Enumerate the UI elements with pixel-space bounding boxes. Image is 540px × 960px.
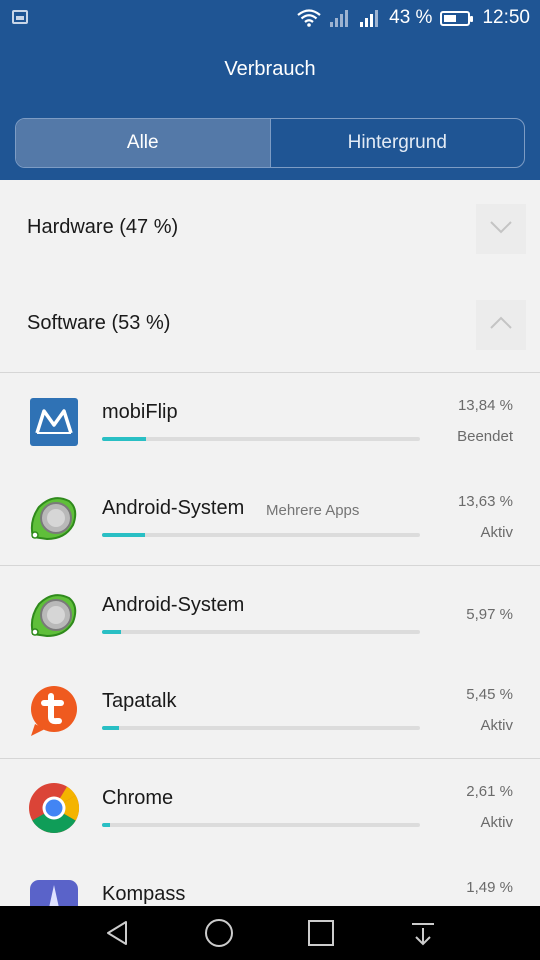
usage-bar-fill — [102, 533, 146, 537]
home-icon[interactable] — [204, 918, 234, 948]
wifi-icon — [297, 9, 321, 27]
usage-bar-fill — [102, 726, 120, 730]
status-bar: 43 % 12:50 — [0, 0, 540, 36]
chevron-up-icon[interactable] — [476, 300, 526, 350]
app-row-mobiflip[interactable]: mobiFlip 13,84 % Beendet — [0, 373, 540, 469]
usage-percent: 2,61 % — [466, 783, 513, 800]
app-row-chrome[interactable]: Chrome 2,61 % Aktiv — [0, 759, 540, 855]
android-system-icon — [27, 491, 81, 545]
recents-icon[interactable] — [306, 918, 336, 948]
app-name: Chrome — [102, 787, 174, 809]
tapatalk-icon — [27, 684, 81, 738]
signal-icon — [359, 9, 381, 27]
app-name: Android-System — [102, 594, 245, 616]
header: 43 % 12:50 Verbrauch Alle Hintergrund — [0, 0, 540, 180]
app-name: Kompass — [102, 883, 186, 905]
usage-percent: 1,49 % — [466, 879, 513, 896]
app-row-kompass[interactable]: Kompass 1,49 % — [0, 855, 540, 906]
app-state: Aktiv — [480, 717, 513, 734]
battery-icon — [440, 10, 474, 26]
usage-percent: 5,45 % — [466, 686, 513, 703]
chrome-icon — [27, 781, 81, 835]
usage-percent: 5,97 % — [466, 606, 513, 623]
chevron-down-icon[interactable] — [476, 204, 526, 254]
app-name: Android-System — [102, 497, 245, 519]
app-row-android-system[interactable]: Android-System Mehrere Apps 13,63 % Akti… — [0, 469, 540, 565]
battery-percent: 43 % — [389, 7, 433, 28]
app-row-tapatalk[interactable]: Tapatalk 5,45 % Aktiv — [0, 662, 540, 758]
usage-percent: 13,63 % — [457, 493, 513, 510]
app-subtitle: Mehrere Apps — [266, 502, 360, 519]
android-system-icon — [27, 588, 81, 642]
clock: 12:50 — [482, 7, 530, 28]
notification-icon — [12, 10, 28, 24]
navigation-bar — [0, 906, 540, 960]
tab-bar: Alle Hintergrund — [15, 118, 525, 168]
tab-alle[interactable]: Alle — [16, 119, 270, 167]
hardware-section-label: Hardware (47 %) — [27, 216, 179, 238]
usage-percent: 13,84 % — [457, 397, 513, 414]
usage-bar — [102, 437, 420, 441]
app-row-android-system-2[interactable]: Android-System 5,97 % — [0, 566, 540, 662]
usage-bar — [102, 533, 420, 537]
app-name: mobiFlip — [102, 401, 178, 423]
tab-hintergrund[interactable]: Hintergrund — [269, 119, 525, 167]
notification-pulldown-icon[interactable] — [408, 918, 438, 948]
app-state: Beendet — [457, 428, 513, 445]
usage-bar — [102, 823, 420, 827]
usage-bar — [102, 726, 420, 730]
app-state: Aktiv — [480, 524, 513, 541]
mobiflip-icon — [27, 395, 81, 449]
usage-bar-fill — [102, 823, 111, 827]
usage-bar — [102, 630, 420, 634]
usage-bar-fill — [102, 630, 121, 634]
software-section-label: Software (53 %) — [27, 312, 171, 334]
signal-icon — [329, 9, 351, 27]
back-icon[interactable] — [102, 918, 132, 948]
usage-bar-fill — [102, 437, 146, 441]
page-title: Verbrauch — [224, 58, 316, 80]
hardware-section-header[interactable]: Hardware (47 %) — [0, 180, 540, 276]
app-state: Aktiv — [480, 814, 513, 831]
software-section-header[interactable]: Software (53 %) — [0, 276, 540, 372]
app-name: Tapatalk — [102, 690, 177, 712]
compass-icon — [27, 877, 81, 906]
